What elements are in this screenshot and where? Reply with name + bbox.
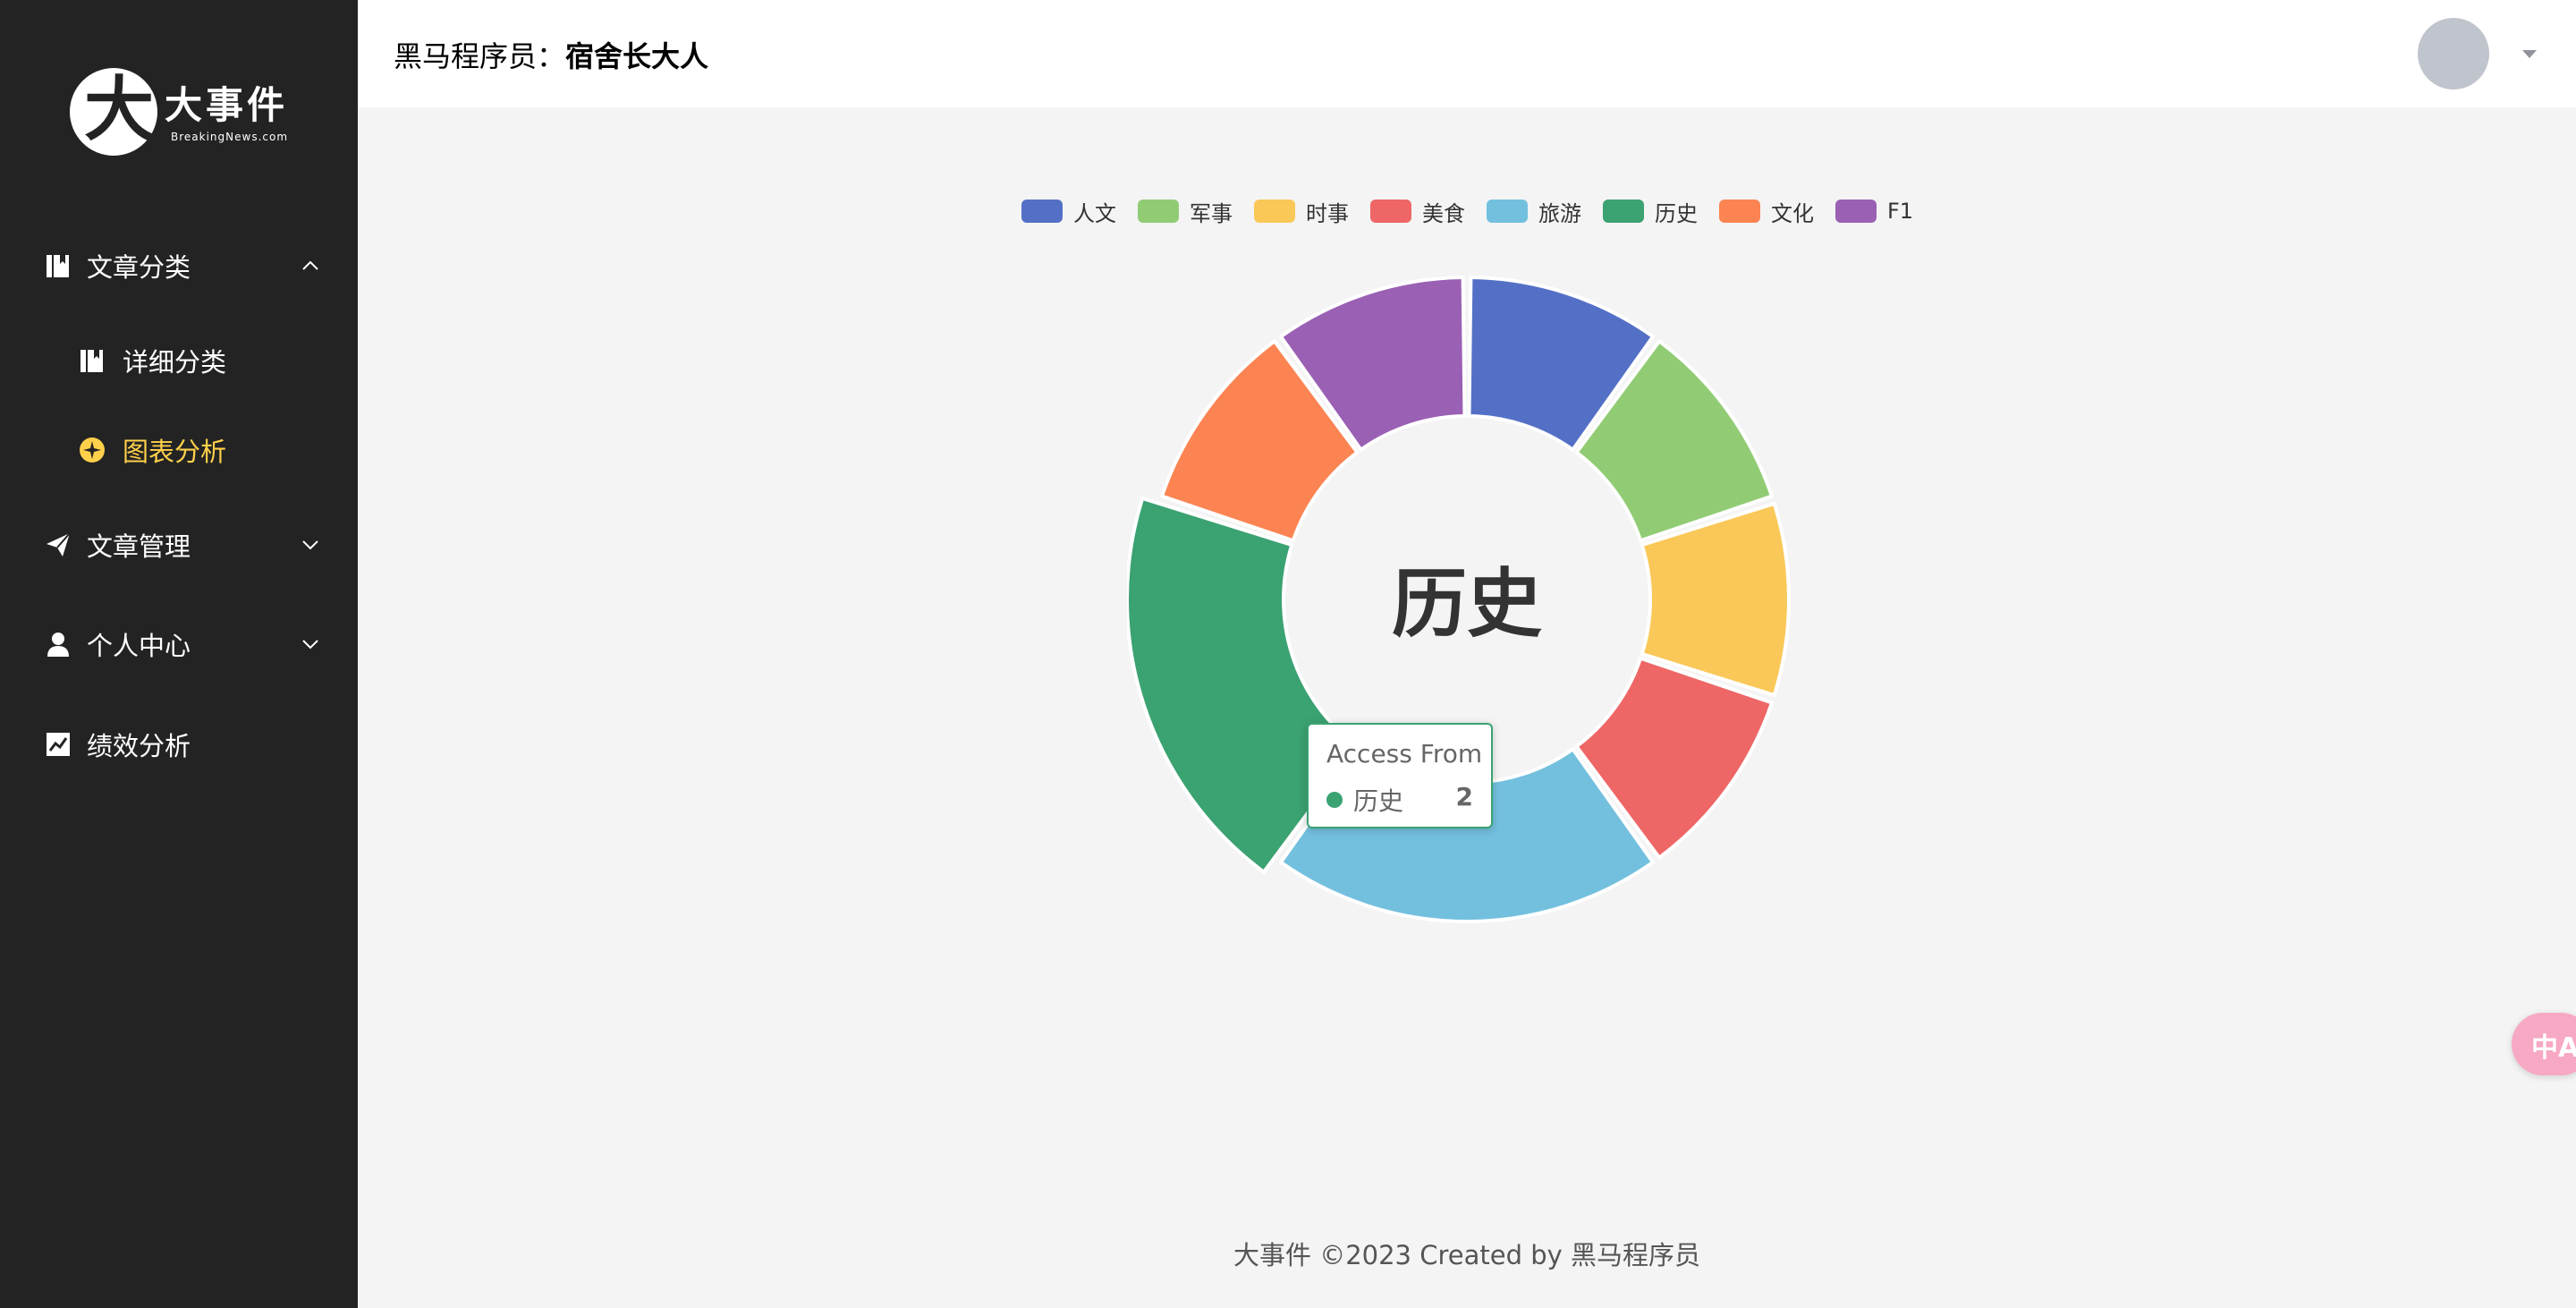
menu-performance-label: 绩效分析: [87, 731, 191, 761]
header-prefix: 黑马程序员：: [394, 39, 566, 73]
menu-user-center-label: 个人中心: [87, 631, 191, 661]
translate-icon: 中A: [2531, 1032, 2576, 1064]
translate-button[interactable]: 中A: [2512, 1013, 2576, 1075]
legend-item[interactable]: F1: [1835, 199, 1913, 224]
chart-tooltip: Access From 历史 2: [1307, 723, 1493, 828]
legend-label: 历史: [1655, 200, 1698, 226]
legend-label: 旅游: [1538, 200, 1581, 226]
menu-article-manage-label: 文章管理: [87, 531, 191, 562]
legend-swatch: [1370, 200, 1411, 223]
menu-article-category-label: 文章分类: [87, 252, 191, 283]
legend-label: 人文: [1073, 200, 1116, 226]
avatar[interactable]: [2418, 18, 2489, 89]
legend-item[interactable]: 历史: [1603, 196, 1698, 227]
legend-item[interactable]: 文化: [1719, 196, 1814, 227]
sidebar: 大 大事件 BreakingNews.com 文章分类 详细分类 图表分析 文章…: [0, 0, 358, 1308]
menu-chart-analysis[interactable]: 图表分析: [0, 410, 358, 490]
legend-swatch: [1603, 200, 1644, 223]
menu-article-category[interactable]: 文章分类: [0, 225, 358, 306]
legend-label: 时事: [1306, 200, 1349, 226]
user-icon: [45, 631, 72, 658]
chevron-up-icon: [301, 256, 320, 276]
chart-center-label: 历史: [1391, 560, 1542, 648]
header-title: 黑马程序员：宿舍长大人: [394, 34, 708, 75]
legend-label: 军事: [1190, 200, 1233, 226]
legend-item[interactable]: 人文: [1021, 196, 1116, 227]
menu-article-manage[interactable]: 文章管理: [0, 505, 358, 585]
legend-item[interactable]: 旅游: [1487, 196, 1581, 227]
header-username: 宿舍长大人: [565, 39, 709, 73]
logo-mark-icon: 大: [70, 68, 157, 156]
book-icon: [45, 252, 72, 279]
legend-swatch: [1487, 200, 1528, 223]
legend-label: F1: [1887, 199, 1914, 224]
trend-icon: [45, 731, 72, 758]
legend-item[interactable]: 美食: [1370, 196, 1465, 227]
menu-detail-category[interactable]: 详细分类: [0, 320, 358, 401]
legend-swatch: [1021, 200, 1063, 223]
logo-subtitle: BreakingNews.com: [171, 131, 289, 143]
chart-legend: 人文 军事 时事 美食 旅游 历史 文化 F1: [1021, 195, 1935, 227]
legend-item[interactable]: 时事: [1254, 196, 1349, 227]
legend-swatch: [1254, 200, 1295, 223]
tooltip-title: Access From: [1326, 739, 1483, 769]
menu-performance[interactable]: 绩效分析: [0, 704, 358, 785]
legend-swatch: [1835, 200, 1877, 223]
caret-down-icon[interactable]: [2519, 45, 2540, 63]
tooltip-name: 历史: [1353, 786, 1404, 816]
chevron-down-icon: [301, 634, 320, 654]
chart-icon: [79, 437, 106, 463]
legend-item[interactable]: 军事: [1138, 196, 1233, 227]
legend-label: 文化: [1771, 200, 1814, 226]
menu-chart-analysis-label: 图表分析: [123, 437, 227, 467]
send-icon: [45, 531, 72, 558]
menu-detail-category-label: 详细分类: [123, 347, 227, 378]
header: 黑马程序员：宿舍长大人: [358, 0, 2576, 107]
book-icon: [79, 347, 106, 374]
tooltip-marker: [1326, 792, 1343, 808]
tooltip-value: 2: [1455, 782, 1473, 811]
logo-title: 大事件: [165, 83, 289, 127]
chevron-down-icon: [301, 535, 320, 555]
logo[interactable]: 大 大事件 BreakingNews.com: [70, 59, 302, 159]
footer: 大事件 ©2023 Created by 黑马程序员: [1233, 1240, 1700, 1270]
legend-label: 美食: [1422, 200, 1465, 226]
legend-swatch: [1719, 200, 1760, 223]
legend-swatch: [1138, 200, 1179, 223]
menu-user-center[interactable]: 个人中心: [0, 604, 358, 684]
